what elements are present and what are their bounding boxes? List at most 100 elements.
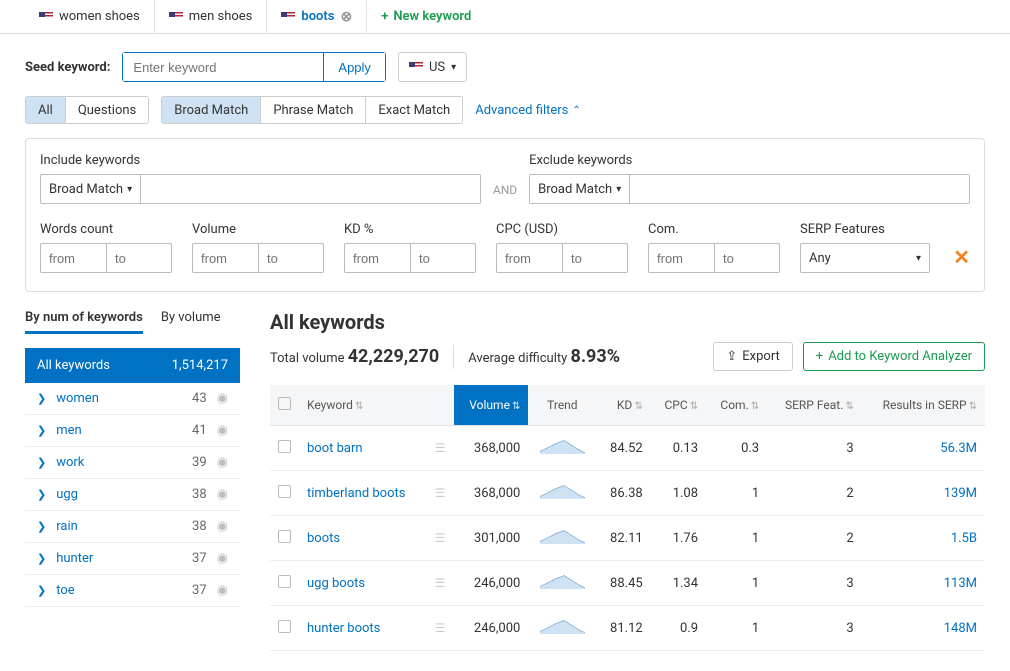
sidebar-item[interactable]: ❯ugg38◉ xyxy=(25,479,240,511)
sidebar-item-count: 37 xyxy=(192,583,207,598)
sidebar-item[interactable]: ❯toe37◉ xyxy=(25,575,240,607)
mode-broad[interactable]: Broad Match xyxy=(162,97,260,123)
us-flag-icon xyxy=(39,12,53,22)
kd-to[interactable] xyxy=(410,243,476,273)
include-input[interactable] xyxy=(141,175,480,203)
cpc-to[interactable] xyxy=(562,243,628,273)
eye-icon[interactable]: ◉ xyxy=(217,583,228,598)
sidebar-item[interactable]: ❯men41◉ xyxy=(25,415,240,447)
exclude-label: Exclude keywords xyxy=(529,153,970,168)
row-menu-icon[interactable]: ☰ xyxy=(435,441,446,455)
cell-cpc: 1.34 xyxy=(651,561,706,606)
results-link[interactable]: 56.3M xyxy=(940,441,977,456)
exclude-input[interactable] xyxy=(630,175,969,203)
side-tab-volume[interactable]: By volume xyxy=(161,310,221,334)
table-row: boots ☰ 301,000 82.11 1.76 1 2 1.5B xyxy=(270,516,985,561)
eye-icon[interactable]: ◉ xyxy=(217,391,228,406)
results-link[interactable]: 113M xyxy=(944,576,977,591)
kd-from[interactable] xyxy=(344,243,410,273)
row-menu-icon[interactable]: ☰ xyxy=(435,486,446,500)
results-link[interactable]: 1.5B xyxy=(951,531,977,546)
tab-label: men shoes xyxy=(189,9,253,24)
eye-icon[interactable]: ◉ xyxy=(217,455,228,470)
sidebar-item[interactable]: ❯work39◉ xyxy=(25,447,240,479)
advanced-filters-toggle[interactable]: Advanced filters ⌃ xyxy=(475,103,581,118)
results-link[interactable]: 139M xyxy=(944,486,977,501)
cell-com: 1 xyxy=(706,561,767,606)
words-label: Words count xyxy=(40,222,172,237)
keyword-link[interactable]: ugg boots xyxy=(307,576,365,591)
cpc-from[interactable] xyxy=(496,243,562,273)
row-checkbox[interactable] xyxy=(278,440,291,453)
include-match-select[interactable]: Broad Match▾ xyxy=(41,175,141,203)
country-selector[interactable]: US ▾ xyxy=(398,52,467,82)
com-to[interactable] xyxy=(714,243,780,273)
close-icon[interactable]: ⊗ xyxy=(340,9,352,25)
sidebar-item-count: 39 xyxy=(192,455,207,470)
cell-kd: 88.45 xyxy=(596,561,650,606)
row-checkbox[interactable] xyxy=(278,485,291,498)
export-button[interactable]: ⇪Export xyxy=(713,342,792,371)
col-volume[interactable]: Volume⇅ xyxy=(454,385,529,426)
volume-from[interactable] xyxy=(192,243,258,273)
sidebar-item[interactable]: ❯rain38◉ xyxy=(25,511,240,543)
seed-input[interactable] xyxy=(123,53,323,81)
chevron-right-icon: ❯ xyxy=(37,424,46,437)
col-keyword[interactable]: Keyword⇅ xyxy=(299,385,427,426)
seed-input-wrap: Apply xyxy=(122,52,386,82)
cell-com: 1 xyxy=(706,516,767,561)
mode-phrase[interactable]: Phrase Match xyxy=(260,97,365,123)
col-cpc[interactable]: CPC⇅ xyxy=(651,385,706,426)
tab-boots[interactable]: boots⊗ xyxy=(267,0,367,34)
eye-icon[interactable]: ◉ xyxy=(217,423,228,438)
sidebar-item-name: ugg xyxy=(56,487,192,502)
tab-men-shoes[interactable]: men shoes xyxy=(155,0,268,34)
col-com[interactable]: Com.⇅ xyxy=(706,385,767,426)
words-from[interactable] xyxy=(40,243,106,273)
com-from[interactable] xyxy=(648,243,714,273)
new-keyword-button[interactable]: +New keyword xyxy=(367,1,485,32)
row-checkbox[interactable] xyxy=(278,575,291,588)
tab-women-shoes[interactable]: women shoes xyxy=(25,0,155,34)
side-tab-num[interactable]: By num of keywords xyxy=(25,310,143,334)
row-menu-icon[interactable]: ☰ xyxy=(435,531,446,545)
mode-all[interactable]: All xyxy=(26,97,65,123)
exclude-match-select[interactable]: Broad Match▾ xyxy=(530,175,630,203)
keyword-link[interactable]: boot barn xyxy=(307,441,363,456)
chevron-right-icon: ❯ xyxy=(37,584,46,597)
eye-icon[interactable]: ◉ xyxy=(217,551,228,566)
cell-trend xyxy=(528,606,596,651)
add-to-analyzer-button[interactable]: +Add to Keyword Analyzer xyxy=(803,342,985,371)
mode-exact[interactable]: Exact Match xyxy=(365,97,462,123)
keyword-link[interactable]: timberland boots xyxy=(307,486,405,501)
keyword-link[interactable]: hunter boots xyxy=(307,621,380,636)
results-link[interactable]: 148M xyxy=(944,621,977,636)
keyword-link[interactable]: boots xyxy=(307,531,340,546)
serp-select[interactable]: Any▾ xyxy=(800,243,930,273)
row-menu-icon[interactable]: ☰ xyxy=(435,576,446,590)
kd-label: KD % xyxy=(344,222,476,237)
sidebar-item[interactable]: ❯hunter37◉ xyxy=(25,543,240,575)
eye-icon[interactable]: ◉ xyxy=(217,487,228,502)
clear-filters-icon[interactable]: ✕ xyxy=(953,245,970,273)
us-flag-icon xyxy=(169,12,183,22)
col-kd[interactable]: KD⇅ xyxy=(596,385,650,426)
table-row: boot barn ☰ 368,000 84.52 0.13 0.3 3 56.… xyxy=(270,426,985,471)
col-serp-feat[interactable]: SERP Feat.⇅ xyxy=(767,385,862,426)
total-volume-label: Total volume xyxy=(270,351,345,366)
col-results[interactable]: Results in SERP⇅ xyxy=(862,385,985,426)
mode-questions[interactable]: Questions xyxy=(65,97,148,123)
keyword-group-all[interactable]: All keywords 1,514,217 xyxy=(25,348,240,383)
sidebar-item[interactable]: ❯women43◉ xyxy=(25,383,240,415)
row-menu-icon[interactable]: ☰ xyxy=(435,621,446,635)
select-all-checkbox[interactable] xyxy=(278,397,291,410)
apply-button[interactable]: Apply xyxy=(323,53,385,81)
row-checkbox[interactable] xyxy=(278,620,291,633)
cell-com: 1 xyxy=(706,471,767,516)
sidebar-item-count: 41 xyxy=(192,423,207,438)
kw-group-head-label: All keywords xyxy=(37,358,110,373)
row-checkbox[interactable] xyxy=(278,530,291,543)
volume-to[interactable] xyxy=(258,243,324,273)
words-to[interactable] xyxy=(106,243,172,273)
eye-icon[interactable]: ◉ xyxy=(217,519,228,534)
